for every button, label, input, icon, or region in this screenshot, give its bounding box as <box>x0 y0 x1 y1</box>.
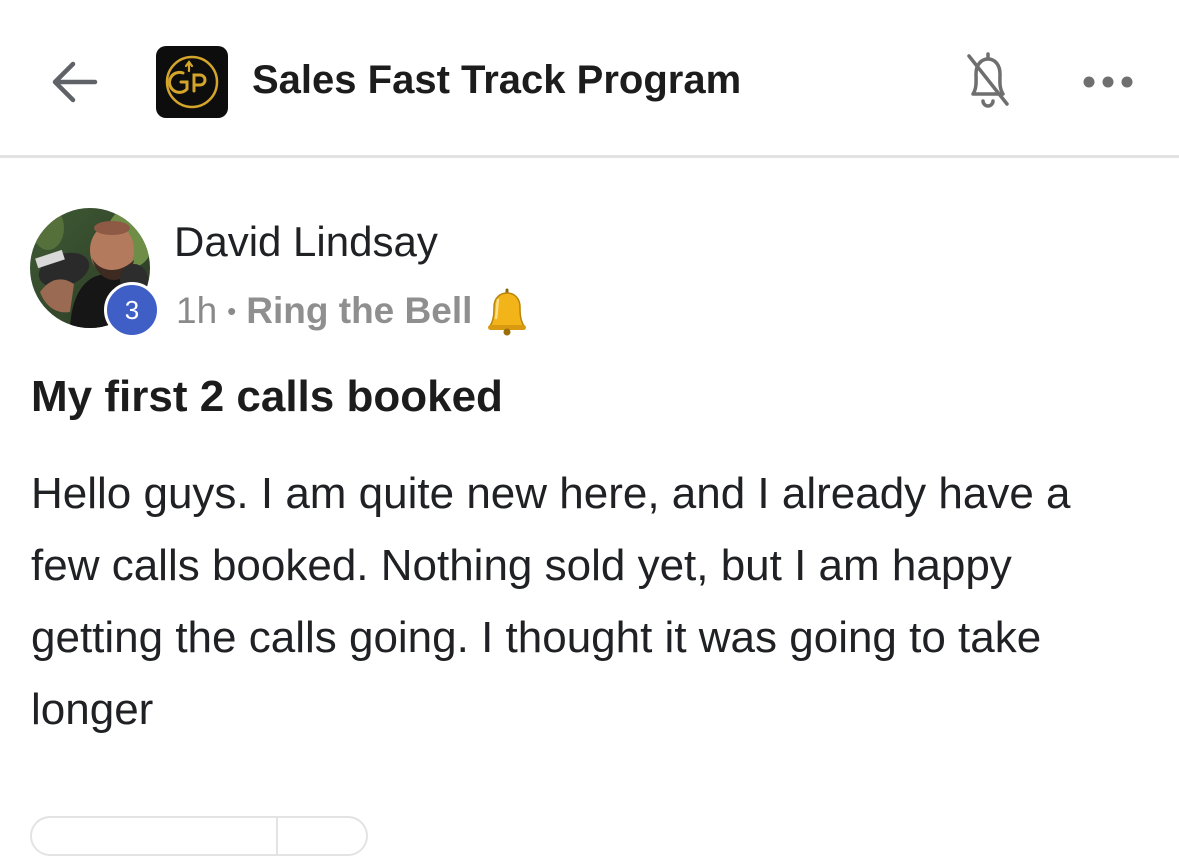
like-button[interactable] <box>32 818 278 854</box>
level-badge: 3 <box>104 282 160 338</box>
author-name[interactable]: David Lindsay <box>174 218 438 266</box>
more-options-button[interactable] <box>1076 60 1140 104</box>
gp-logo-icon <box>165 55 219 109</box>
reaction-bar <box>30 816 368 856</box>
post-time: 1h <box>176 290 218 331</box>
group-logo[interactable] <box>156 46 228 118</box>
bell-off-icon <box>967 52 1009 108</box>
more-horizontal-icon <box>1083 76 1133 88</box>
top-app-bar: Sales Fast Track Program <box>0 0 1179 158</box>
post-title[interactable]: My first 2 calls booked <box>31 372 503 422</box>
back-button[interactable] <box>44 52 104 112</box>
author-avatar[interactable]: 3 <box>30 208 160 338</box>
comment-button[interactable] <box>278 818 366 854</box>
arrow-left-icon <box>52 61 98 103</box>
post-category[interactable]: Ring the Bell <box>246 290 472 332</box>
post-body: Hello guys. I am quite new here, and I a… <box>31 469 1071 734</box>
post-meta: 1h • Ring the Bell <box>176 286 532 336</box>
bell-emoji-icon <box>482 286 532 336</box>
group-title[interactable]: Sales Fast Track Program <box>252 58 741 103</box>
meta-separator: • <box>227 295 237 326</box>
notifications-muted-button[interactable] <box>956 46 1020 116</box>
